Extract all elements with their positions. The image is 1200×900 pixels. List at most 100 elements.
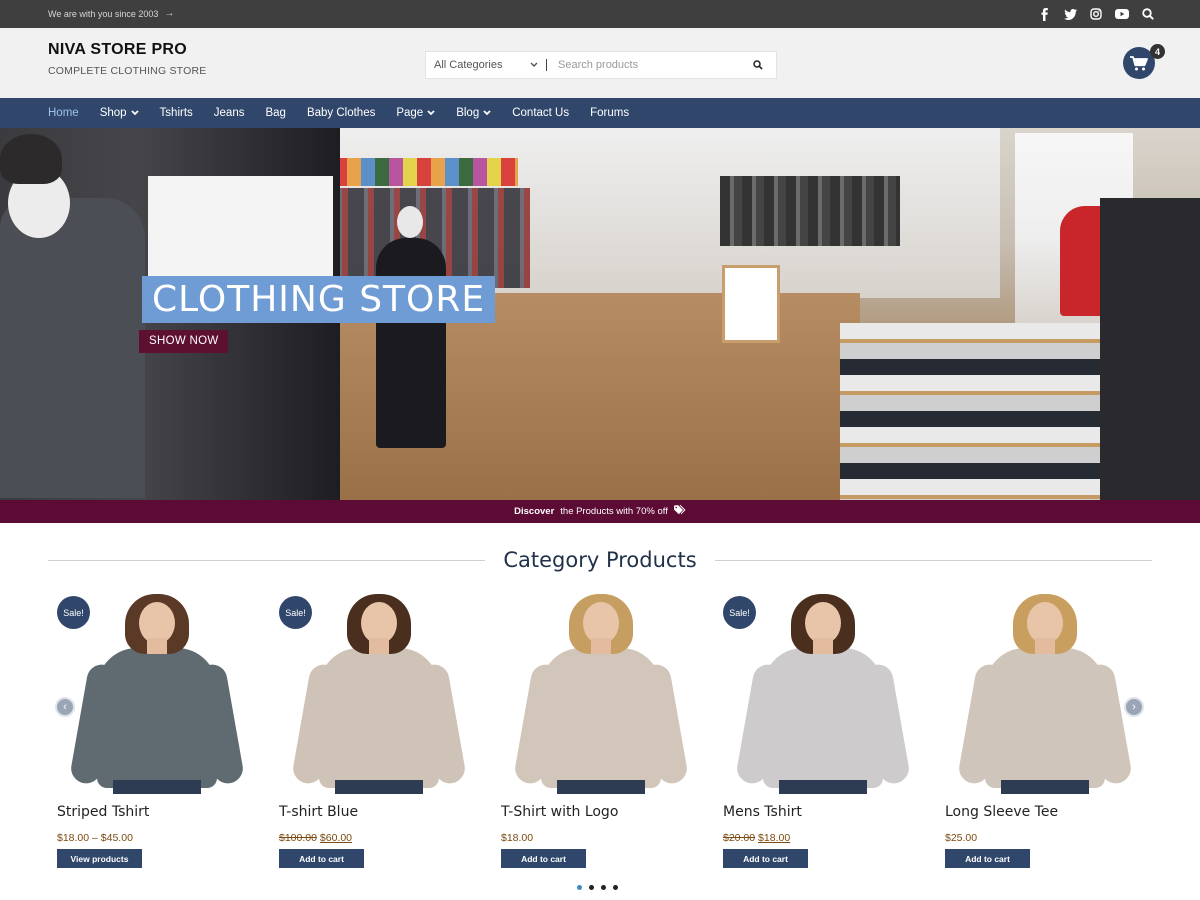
divider-right	[714, 559, 1152, 561]
instagram-icon[interactable]	[1088, 6, 1104, 22]
product-card[interactable]: T-Shirt with Logo $18.00 Add to cart	[501, 594, 701, 874]
product-current-price: $18.00	[758, 832, 791, 844]
nav-item-blog[interactable]: Blog	[456, 107, 491, 119]
carousel-next-button[interactable]: ›	[1124, 697, 1144, 717]
product-name[interactable]: Mens Tshirt	[723, 804, 802, 820]
product-image[interactable]	[501, 594, 701, 794]
product-card[interactable]: Sale! Striped Tshirt $18.00 – $45.00 View p…	[57, 594, 257, 874]
brand[interactable]: NIVA STORE PRO COMPLETE CLOTHING STORE	[48, 41, 206, 77]
carousel-dot[interactable]	[613, 885, 618, 890]
product-current-price: $18.00 – $45.00	[57, 832, 133, 844]
product-name[interactable]: Long Sleeve Tee	[945, 804, 1058, 820]
site-title[interactable]: NIVA STORE PRO	[48, 41, 206, 59]
hero-center-mannequin-head	[397, 206, 423, 238]
hero-center-mannequin	[376, 238, 446, 448]
cart-icon	[1130, 55, 1148, 70]
category-products-heading: Category Products	[48, 545, 1152, 575]
product-image[interactable]	[279, 594, 479, 794]
hero-banner: CLOTHING STORE SHOW NOW	[0, 128, 1200, 500]
carousel-dot[interactable]	[577, 885, 582, 890]
nav-item-forums[interactable]: Forums	[590, 107, 629, 119]
product-old-price: $100.00	[279, 832, 317, 844]
add-to-cart-button[interactable]: Add to cart	[945, 849, 1030, 868]
nav-item-bag[interactable]: Bag	[265, 107, 285, 119]
add-to-cart-button[interactable]: Add to cart	[501, 849, 586, 868]
product-name[interactable]: T-shirt Blue	[279, 804, 358, 820]
chevron-left-icon: ‹	[63, 701, 67, 713]
product-search: All Categories	[425, 51, 777, 79]
search-button[interactable]	[740, 52, 776, 78]
nav-item-contact-us[interactable]: Contact Us	[512, 107, 569, 119]
arrow-right-icon: →	[164, 8, 175, 19]
product-image[interactable]	[57, 594, 257, 794]
product-image[interactable]	[945, 594, 1145, 794]
product-card[interactable]: Long Sleeve Tee $25.00 Add to cart	[945, 594, 1145, 874]
twitter-icon[interactable]	[1062, 6, 1078, 22]
product-image[interactable]	[723, 594, 923, 794]
nav-item-home[interactable]: Home	[48, 107, 79, 119]
hero-shelves	[840, 323, 1105, 500]
product-card[interactable]: Sale! T-shirt Blue $100.00 $60.00 Add to ca…	[279, 594, 479, 874]
nav-item-label: Shop	[99, 107, 127, 119]
divider-left	[48, 559, 486, 561]
youtube-icon[interactable]	[1114, 6, 1130, 22]
product-price: $100.00 $60.00	[279, 832, 352, 844]
add-to-cart-button[interactable]: Add to cart	[723, 849, 808, 868]
carousel-dot[interactable]	[589, 885, 594, 890]
chevron-down-icon	[130, 109, 139, 118]
nav-item-tshirts[interactable]: Tshirts	[160, 107, 193, 119]
nav-item-shop[interactable]: Shop	[100, 107, 139, 119]
facebook-icon[interactable]	[1036, 6, 1052, 22]
nav-item-label: Page	[396, 107, 424, 119]
product-card[interactable]: Sale! Mens Tshirt $20.00 $18.00 Add to cart	[723, 594, 923, 874]
category-select[interactable]: All Categories	[426, 52, 546, 78]
main-nav: Home Shop Tshirts Jeans Bag Baby Clothes Page B…	[0, 98, 1200, 128]
chevron-right-icon: ›	[1132, 701, 1136, 713]
chevron-down-icon	[427, 109, 435, 118]
discover-label: Discover	[514, 506, 555, 517]
tagline: We are with you since 2003 →	[48, 8, 174, 19]
nav-item-label: Tshirts	[159, 107, 193, 119]
chevron-down-icon	[530, 61, 538, 70]
carousel-dot[interactable]	[601, 885, 606, 890]
chevron-down-icon	[483, 109, 491, 118]
nav-item-label: Home	[48, 107, 79, 119]
social-links	[1036, 6, 1156, 22]
hero-color-wall	[333, 158, 518, 186]
nav-item-label: Forums	[590, 107, 630, 119]
sale-badge: Sale!	[723, 596, 756, 629]
nav-item-label: Contact Us	[512, 107, 570, 119]
carousel-dots	[577, 885, 618, 890]
hero-right-mannequin	[1100, 198, 1200, 500]
product-name[interactable]: Striped Tshirt	[57, 804, 149, 820]
sale-badge: Sale!	[279, 596, 312, 629]
product-price: $18.00	[501, 832, 533, 844]
discount-banner[interactable]: Discover the Products with 70% off	[0, 500, 1200, 523]
sale-badge: Sale!	[57, 596, 90, 629]
nav-item-jeans[interactable]: Jeans	[214, 107, 245, 119]
product-name[interactable]: T-Shirt with Logo	[501, 804, 618, 820]
top-bar: We are with you since 2003 →	[0, 0, 1200, 28]
hero-clothing-racks-right	[720, 176, 900, 246]
hero-mannequin-hat	[0, 134, 62, 184]
show-now-button[interactable]: SHOW NOW	[139, 330, 229, 353]
search-input[interactable]	[547, 52, 740, 78]
add-to-cart-button[interactable]: Add to cart	[279, 849, 364, 868]
search-icon[interactable]	[1140, 6, 1156, 22]
product-price: $18.00 – $45.00	[57, 832, 133, 844]
product-current-price: $25.00	[945, 832, 978, 844]
carousel-prev-button[interactable]: ‹	[55, 697, 75, 717]
hero-title: CLOTHING STORE	[142, 276, 496, 323]
discover-text: the Products with 70% off	[560, 506, 668, 517]
category-select-value: All Categories	[434, 59, 503, 71]
search-icon	[753, 60, 763, 70]
site-tagline: COMPLETE CLOTHING STORE	[48, 65, 207, 77]
site-header: NIVA STORE PRO COMPLETE CLOTHING STORE A…	[0, 28, 1200, 98]
hero-mannequin-coat	[0, 198, 145, 498]
nav-item-baby-clothes[interactable]: Baby Clothes	[307, 107, 375, 119]
hero-easel	[722, 265, 780, 343]
nav-item-page[interactable]: Page	[396, 107, 435, 119]
hero-poster	[148, 176, 333, 276]
product-current-price: $60.00	[319, 832, 353, 844]
view-products-button[interactable]: View products	[57, 849, 142, 868]
